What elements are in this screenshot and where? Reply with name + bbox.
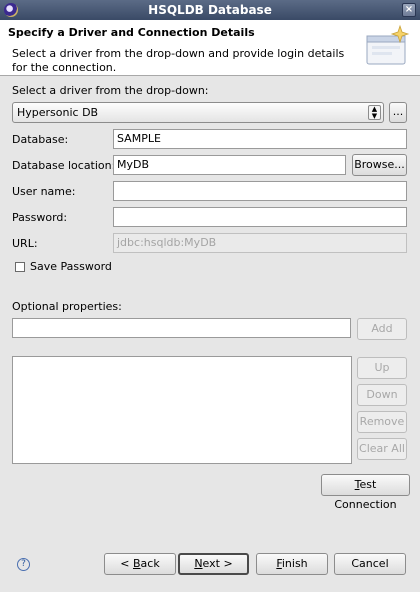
database-location-label: Database location:: [12, 159, 116, 172]
clear-all-button[interactable]: Clear All: [357, 438, 407, 460]
test-connection-button[interactable]: Test Connection: [321, 474, 410, 511]
up-button[interactable]: Up: [357, 357, 407, 379]
close-icon[interactable]: ×: [402, 3, 416, 17]
test-connection-label: est Connection: [334, 478, 397, 511]
location-browse-button[interactable]: Browse...: [352, 154, 407, 176]
finish-label: inish: [281, 557, 308, 570]
database-field[interactable]: SAMPLE: [113, 129, 407, 149]
username-field[interactable]: [113, 181, 407, 201]
next-label: ext >: [202, 557, 233, 570]
back-mnemonic: B: [133, 557, 141, 570]
finish-button[interactable]: Finish: [256, 553, 328, 575]
save-password-label[interactable]: Save Password: [30, 260, 112, 273]
driver-dropdown[interactable]: Hypersonic DB ▲ ▼: [12, 102, 384, 123]
database-label: Database:: [12, 133, 69, 146]
properties-list[interactable]: [12, 356, 352, 464]
back-button[interactable]: < Back: [104, 553, 176, 575]
window-titlebar[interactable]: HSQLDB Database ×: [0, 0, 420, 20]
chevron-updown-icon[interactable]: ▲ ▼: [368, 105, 381, 120]
back-label: ack: [140, 557, 160, 570]
window-title: HSQLDB Database: [148, 3, 272, 17]
help-icon[interactable]: ?: [17, 558, 30, 571]
save-password-checkbox[interactable]: [15, 262, 25, 272]
optional-properties-field[interactable]: [12, 318, 351, 338]
cancel-button[interactable]: Cancel: [334, 553, 406, 575]
page-title: Specify a Driver and Connection Details: [8, 26, 255, 39]
driver-selected-value: Hypersonic DB: [17, 106, 99, 119]
down-button[interactable]: Down: [357, 384, 407, 406]
next-mnemonic: N: [194, 557, 203, 570]
optional-properties-label: Optional properties:: [12, 300, 122, 313]
next-button[interactable]: Next >: [178, 553, 249, 575]
wizard-header: Specify a Driver and Connection Details …: [0, 20, 420, 76]
driver-label: Select a driver from the drop-down:: [12, 84, 209, 97]
url-field: jdbc:hsqldb:MyDB: [113, 233, 407, 253]
page-description: Select a driver from the drop-down and p…: [12, 47, 345, 74]
add-button[interactable]: Add: [357, 318, 407, 340]
url-label: URL:: [12, 237, 38, 250]
database-location-field[interactable]: MyDB: [113, 155, 346, 175]
password-label: Password:: [12, 211, 68, 224]
back-prefix: <: [120, 557, 133, 570]
eclipse-icon: [4, 3, 18, 17]
password-field[interactable]: [113, 207, 407, 227]
username-label: User name:: [12, 185, 76, 198]
wizard-banner-icon: [366, 24, 410, 65]
remove-button[interactable]: Remove: [357, 411, 407, 433]
driver-browse-button[interactable]: ...: [389, 102, 407, 123]
